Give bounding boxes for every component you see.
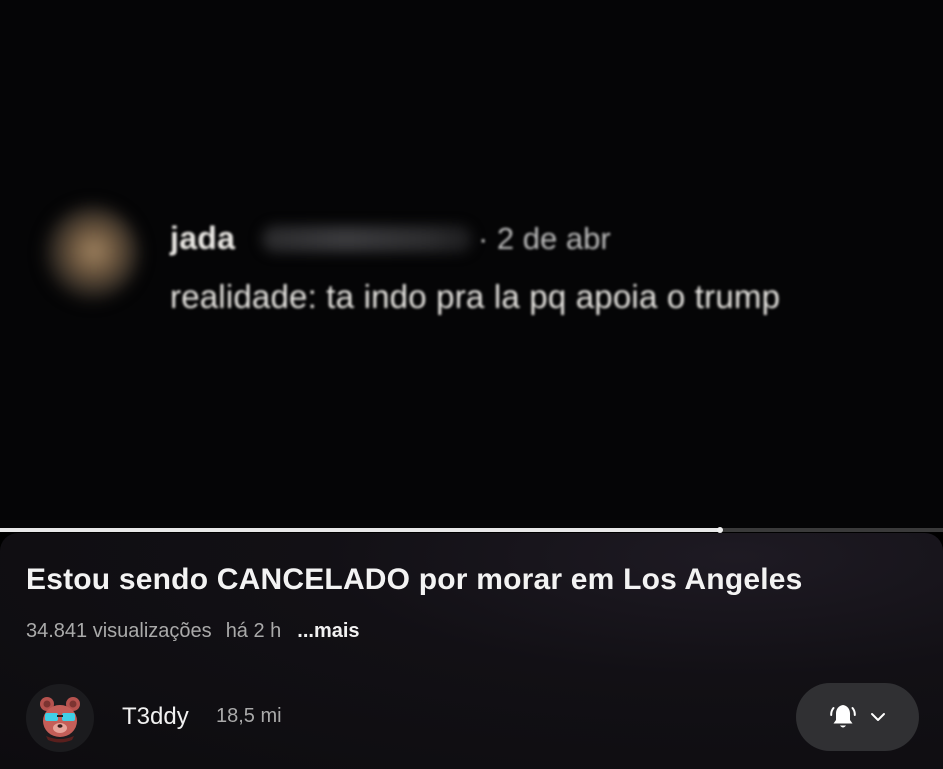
view-count: 34.841 visualizações <box>26 620 212 642</box>
video-player[interactable]: jada · 2 de abr realidade: ta indo pra l… <box>0 0 943 530</box>
comment-text: realidade: ta indo pra la pq apoia o tru… <box>170 278 781 315</box>
comment-author: jada <box>170 220 236 256</box>
channel-avatar[interactable] <box>26 684 94 752</box>
channel-name[interactable]: T3ddy <box>122 703 189 731</box>
video-title[interactable]: Estou sendo CANCELADO por morar em Los A… <box>26 563 803 597</box>
more-button[interactable]: ...mais <box>297 620 359 643</box>
progress-bar[interactable] <box>0 527 943 533</box>
upload-age: há 2 h <box>225 620 282 642</box>
subscriber-count: 18,5 mi <box>216 705 282 727</box>
progress-fill <box>0 528 721 532</box>
redacted-username <box>262 226 472 252</box>
video-meta[interactable]: 34.841 visualizações há 2 h ...mais <box>26 620 360 643</box>
bear-icon <box>40 697 80 743</box>
comment-avatar <box>44 205 140 301</box>
comment-date: · 2 de abr <box>478 221 611 256</box>
notification-button[interactable] <box>796 683 919 751</box>
bell-icon <box>829 705 856 728</box>
video-frame: jada · 2 de abr realidade: ta indo pra l… <box>0 0 943 530</box>
chevron-down-icon <box>870 713 885 721</box>
